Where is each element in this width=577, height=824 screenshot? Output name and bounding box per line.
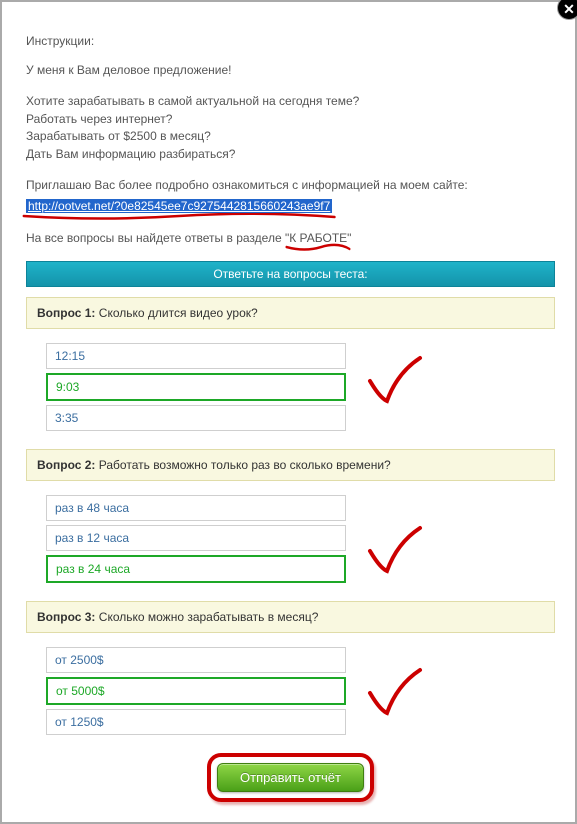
pitch-block: Хотите зарабатывать в самой актуальной н… — [26, 93, 555, 163]
answers-section-name: К РАБОТЕ — [289, 230, 347, 247]
answers-group: от 2500$ от 5000$ от 1250$ — [46, 647, 555, 735]
pitch-line: Работать через интернет? — [26, 111, 555, 128]
invite-line: Приглашаю Вас более подробно ознакомитьс… — [26, 177, 555, 194]
question-text: Сколько можно зарабатывать в месяц? — [95, 610, 318, 624]
answers-group: раз в 48 часа раз в 12 часа раз в 24 час… — [46, 495, 555, 583]
answer-option[interactable]: раз в 12 часа — [46, 525, 346, 551]
submit-highlight-box: Отправить отчёт — [207, 753, 374, 802]
question-number: Вопрос 1: — [37, 306, 95, 320]
question-label: Вопрос 2: Работать возможно только раз в… — [26, 449, 555, 481]
answers-group: 12:15 9:03 3:35 — [46, 343, 555, 431]
checkmark-icon — [365, 665, 425, 720]
question-number: Вопрос 3: — [37, 610, 95, 624]
answer-option[interactable]: от 1250$ — [46, 709, 346, 735]
question-block: Вопрос 1: Сколько длится видео урок? 12:… — [26, 297, 555, 431]
answer-option[interactable]: раз в 24 часа — [46, 555, 346, 583]
answer-option[interactable]: 12:15 — [46, 343, 346, 369]
question-number: Вопрос 2: — [37, 458, 95, 472]
answers-line-suffix: " — [347, 231, 351, 245]
checkmark-icon — [365, 523, 425, 578]
question-block: Вопрос 3: Сколько можно зарабатывать в м… — [26, 601, 555, 735]
popup-page: ✕ Инструкции: У меня к Вам деловое предл… — [0, 0, 577, 824]
answer-option[interactable]: раз в 48 часа — [46, 495, 346, 521]
checkmark-icon — [365, 353, 425, 408]
pitch-line: Дать Вам информацию разбираться? — [26, 146, 555, 163]
question-text: Сколько длится видео урок? — [95, 306, 257, 320]
instructions-heading: Инструкции: — [26, 34, 555, 48]
question-text: Работать возможно только раз во сколько … — [95, 458, 390, 472]
question-label: Вопрос 1: Сколько длится видео урок? — [26, 297, 555, 329]
pitch-line: Хотите зарабатывать в самой актуальной н… — [26, 93, 555, 110]
submit-button[interactable]: Отправить отчёт — [217, 763, 364, 792]
answer-option[interactable]: 3:35 — [46, 405, 346, 431]
spam-url-wrap: http://ootvet.net/?0e82545ee7c9275442815… — [26, 198, 332, 215]
close-icon[interactable]: ✕ — [557, 0, 577, 20]
answer-option[interactable]: от 2500$ — [46, 647, 346, 673]
spam-url-link[interactable]: http://ootvet.net/?0e82545ee7c9275442815… — [26, 199, 332, 213]
submit-area: Отправить отчёт — [26, 753, 555, 802]
question-label: Вопрос 3: Сколько можно зарабатывать в м… — [26, 601, 555, 633]
pitch-line: Зарабатывать от $2500 в месяц? — [26, 128, 555, 145]
answer-option[interactable]: 9:03 — [46, 373, 346, 401]
test-header-bar: Ответьте на вопросы теста: — [26, 261, 555, 287]
answers-location-line: На все вопросы вы найдете ответы в разде… — [26, 230, 555, 247]
answer-option[interactable]: от 5000$ — [46, 677, 346, 705]
red-underline-icon — [22, 212, 336, 222]
question-block: Вопрос 2: Работать возможно только раз в… — [26, 449, 555, 583]
answers-line-prefix: На все вопросы вы найдете ответы в разде… — [26, 231, 289, 245]
offer-line: У меня к Вам деловое предложение! — [26, 62, 555, 79]
